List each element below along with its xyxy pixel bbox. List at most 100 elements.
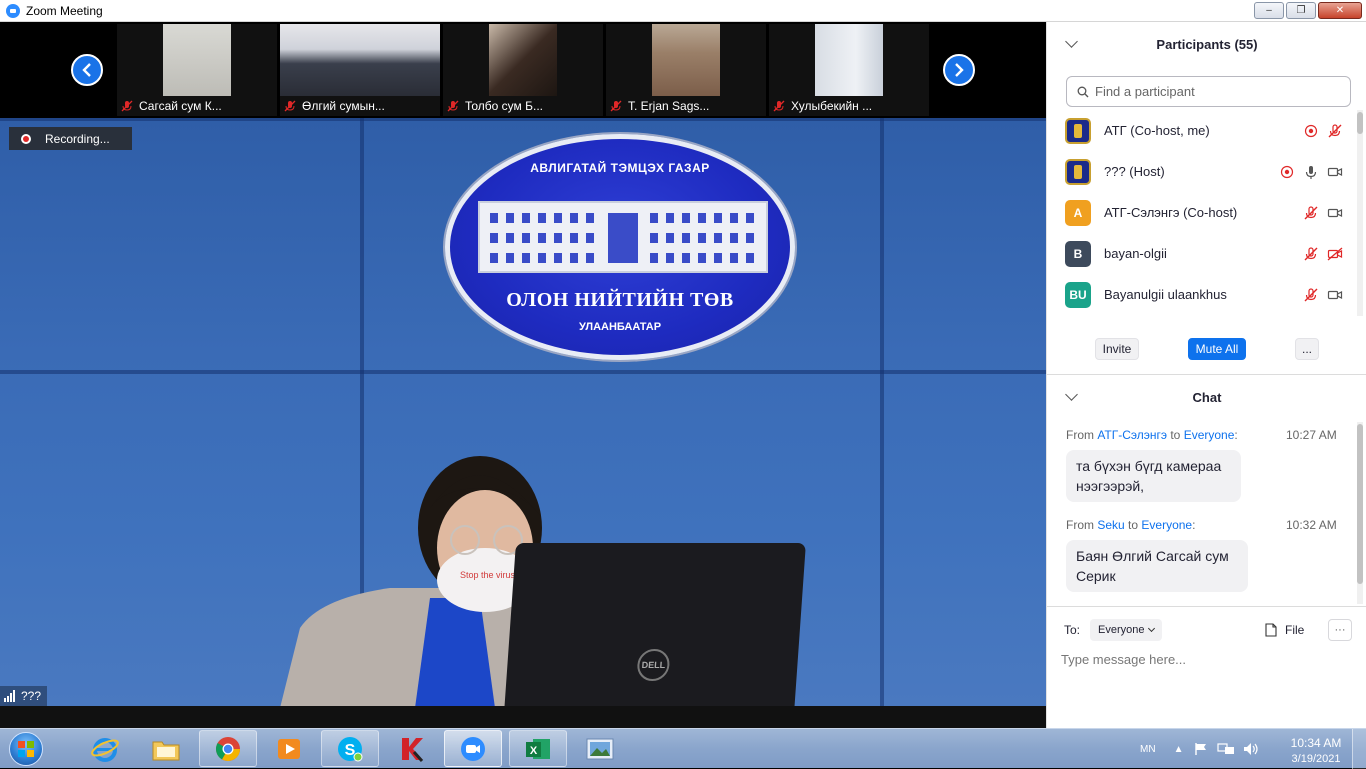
windows-logo-icon xyxy=(9,732,43,766)
media-player-icon xyxy=(274,734,304,764)
chat-divider xyxy=(1047,606,1366,607)
thumbnail-label: T. Erjan Sags... xyxy=(606,96,766,116)
thumbnail-video xyxy=(489,24,557,96)
participant-row[interactable]: ??? (Host) xyxy=(1047,151,1357,192)
taskbar-excel[interactable]: X xyxy=(509,730,567,767)
file-icon xyxy=(1265,623,1277,637)
avatar xyxy=(1065,117,1091,144)
video-area: Сагсай сум К... Өлгий сумын... Толбо сум… xyxy=(0,22,1046,706)
mic-muted-icon xyxy=(284,100,296,112)
emblem-city-text: УЛААНБААТАР xyxy=(578,321,662,333)
language-indicator[interactable]: MN xyxy=(1140,744,1156,755)
flag-icon[interactable] xyxy=(1193,742,1209,756)
svg-text:Stop the virus: Stop the virus xyxy=(460,570,516,580)
chat-time: 10:32 AM xyxy=(1286,518,1337,532)
recording-indicator[interactable]: Recording... xyxy=(9,127,132,150)
chevron-down-icon xyxy=(1148,624,1156,633)
mic-muted-icon xyxy=(447,100,459,112)
participant-thumbnail[interactable]: Толбо сум Б... xyxy=(443,24,603,116)
wall-panel-line xyxy=(880,118,884,706)
chat-message-input[interactable] xyxy=(1061,648,1351,670)
close-button[interactable]: ✕ xyxy=(1318,2,1362,19)
participant-search-input[interactable] xyxy=(1095,84,1335,99)
system-clock[interactable]: 10:34 AM 3/19/2021 xyxy=(1284,735,1348,767)
participant-thumbnail[interactable]: Хулыбекийн ... xyxy=(769,24,929,116)
active-speaker-video[interactable]: Recording... АВЛИГАТАЙ ТЭМЦЭХ ГАЗАР ОЛОН… xyxy=(0,118,1046,706)
chat-sender[interactable]: Seku xyxy=(1097,518,1124,532)
avatar: BU xyxy=(1065,281,1091,308)
taskbar-photo-viewer[interactable] xyxy=(571,730,629,767)
chat-time: 10:27 AM xyxy=(1286,428,1337,442)
previous-page-button[interactable] xyxy=(71,54,103,86)
window-title: Zoom Meeting xyxy=(26,3,103,18)
chat-message-bubble: Баян Өлгий Сагсай сум Серик xyxy=(1066,540,1248,592)
window-controls: ‒ ❐ ✕ xyxy=(1254,2,1362,19)
minimize-button[interactable]: ‒ xyxy=(1254,2,1284,19)
show-desktop-button[interactable] xyxy=(1352,729,1366,769)
taskbar-file-explorer[interactable] xyxy=(137,730,195,767)
participant-thumbnail[interactable]: Сагсай сум К... xyxy=(117,24,277,116)
participants-more-button[interactable]: ... xyxy=(1295,338,1319,360)
chrome-icon xyxy=(213,734,243,764)
avatar: B xyxy=(1065,240,1091,267)
thumbnail-label: Сагсай сум К... xyxy=(117,96,277,116)
windows-taskbar: S X MN ▲ 10:34 AM 3/19/2021 xyxy=(0,728,1366,769)
video-camera-icon xyxy=(1327,290,1343,299)
chat-scrollbar[interactable] xyxy=(1357,422,1363,604)
internet-explorer-icon xyxy=(90,734,120,764)
chevron-down-icon[interactable] xyxy=(1065,35,1078,48)
thumbnail-video xyxy=(163,24,231,96)
taskbar-media-player[interactable] xyxy=(260,730,318,767)
participant-thumbnail[interactable]: T. Erjan Sags... xyxy=(606,24,766,116)
chat-recipient[interactable]: Everyone xyxy=(1141,518,1192,532)
volume-icon[interactable] xyxy=(1243,742,1259,756)
photo-viewer-icon xyxy=(585,734,615,764)
thumbnail-video xyxy=(652,24,720,96)
chat-more-button[interactable]: ··· xyxy=(1328,619,1352,641)
next-page-button[interactable] xyxy=(943,54,975,86)
video-camera-icon xyxy=(1327,208,1343,217)
video-bottom-bar xyxy=(0,706,1046,728)
chat-title: Chat xyxy=(1192,389,1222,405)
participants-scrollbar[interactable] xyxy=(1357,110,1363,316)
file-button[interactable]: File xyxy=(1265,620,1304,640)
mic-muted-icon xyxy=(1328,123,1342,137)
tray-expand-icon[interactable]: ▲ xyxy=(1174,744,1184,755)
folder-icon xyxy=(151,734,181,764)
restore-button[interactable]: ❐ xyxy=(1286,2,1316,19)
chat-recipient[interactable]: Everyone xyxy=(1184,428,1235,442)
taskbar-zoom[interactable] xyxy=(444,730,502,767)
speaker-name-tag: ??? xyxy=(0,686,48,706)
laptop-logo: DELL xyxy=(636,649,671,681)
wall-panel-line xyxy=(0,118,1046,121)
participants-header: Participants (55) xyxy=(1047,22,1366,66)
mic-muted-icon xyxy=(1304,246,1318,260)
thumbnail-label: Өлгий сумын... xyxy=(280,96,440,116)
search-icon xyxy=(1077,86,1089,97)
window-titlebar: Zoom Meeting ‒ ❐ ✕ xyxy=(0,0,1366,22)
taskbar-chrome[interactable] xyxy=(199,730,257,767)
participant-list: АТГ (Co-host, me) ??? (Host) A АТГ-Сэлэн… xyxy=(1047,110,1366,316)
network-icon[interactable] xyxy=(1217,742,1235,756)
taskbar-kaspersky[interactable] xyxy=(383,730,441,767)
avatar: A xyxy=(1065,199,1091,226)
participant-row[interactable]: BU Bayanulgii ulaankhus xyxy=(1047,274,1357,315)
mic-muted-icon xyxy=(773,100,785,112)
invite-button[interactable]: Invite xyxy=(1095,338,1139,360)
participant-row[interactable]: A АТГ-Сэлэнгэ (Co-host) xyxy=(1047,192,1357,233)
participant-search[interactable] xyxy=(1066,76,1351,107)
mute-all-button[interactable]: Mute All xyxy=(1188,338,1246,360)
participant-row[interactable]: B bayan-olgii xyxy=(1047,233,1357,274)
participant-thumbnail[interactable]: Өлгий сумын... xyxy=(280,24,440,116)
participant-row[interactable]: АТГ (Co-host, me) xyxy=(1047,110,1357,151)
start-button[interactable] xyxy=(4,731,48,767)
chat-sender[interactable]: АТГ-Сэлэнгэ xyxy=(1097,428,1167,442)
chevron-down-icon[interactable] xyxy=(1065,388,1078,401)
taskbar-skype[interactable]: S xyxy=(321,730,379,767)
taskbar-internet-explorer[interactable] xyxy=(76,730,134,767)
avatar xyxy=(1065,158,1091,185)
chat-recipient-select[interactable]: Everyone xyxy=(1090,619,1163,641)
record-icon xyxy=(21,133,31,144)
wall-panel-line xyxy=(0,370,1046,374)
laptop: DELL xyxy=(504,543,806,706)
